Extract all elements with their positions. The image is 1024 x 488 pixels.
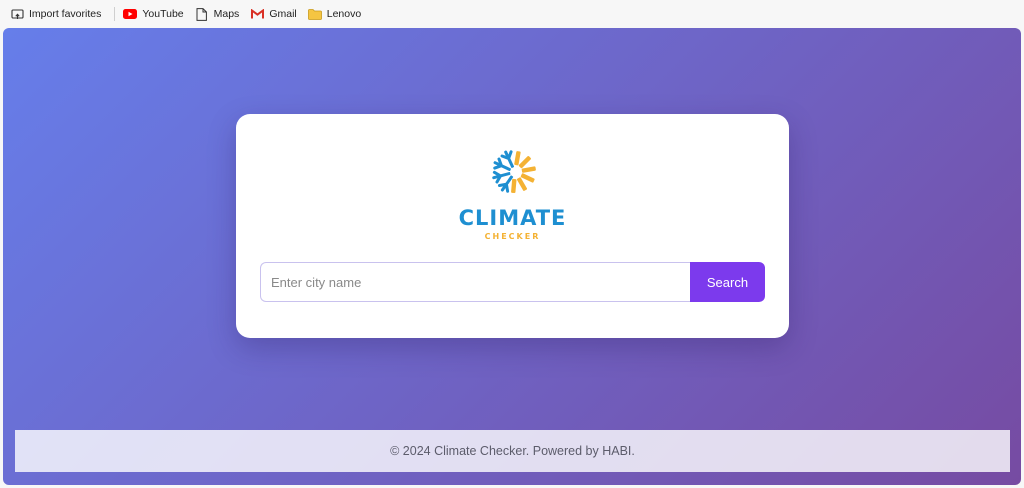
- fav-label: Maps: [213, 8, 240, 20]
- fav-import-favorites[interactable]: Import favorites: [8, 3, 106, 25]
- search-card: CLIMATE CHECKER Search: [236, 114, 789, 338]
- youtube-icon: [123, 7, 138, 21]
- fav-label: YouTube: [142, 8, 184, 20]
- page-footer: © 2024 Climate Checker. Powered by HABI.: [15, 430, 1010, 472]
- favorites-bar: Import favorites YouTube Maps Gmail Leno…: [0, 0, 1024, 28]
- app-logo: CLIMATE CHECKER: [436, 144, 589, 244]
- gmail-icon: [250, 7, 264, 21]
- fav-label: Import favorites: [29, 8, 102, 20]
- logo-title: CLIMATE: [458, 206, 567, 230]
- search-form: Search: [260, 262, 765, 302]
- fav-youtube[interactable]: YouTube: [121, 3, 188, 25]
- fav-lenovo[interactable]: Lenovo: [306, 3, 366, 25]
- fav-maps[interactable]: Maps: [193, 3, 245, 25]
- city-search-input[interactable]: [260, 262, 690, 302]
- page-icon: [195, 7, 209, 21]
- page-viewport: CLIMATE CHECKER Search © 2024 Climate Ch…: [3, 28, 1021, 485]
- divider: [114, 7, 116, 21]
- fav-gmail[interactable]: Gmail: [248, 3, 301, 25]
- logo-subtitle: CHECKER: [484, 232, 541, 241]
- fav-label: Gmail: [269, 8, 297, 20]
- search-button[interactable]: Search: [690, 262, 765, 302]
- fav-label: Lenovo: [326, 8, 362, 20]
- folder-icon: [307, 7, 322, 21]
- import-icon: [10, 7, 24, 21]
- footer-text: © 2024 Climate Checker. Powered by HABI.: [390, 444, 635, 458]
- snowflake-sun-icon: [492, 150, 536, 194]
